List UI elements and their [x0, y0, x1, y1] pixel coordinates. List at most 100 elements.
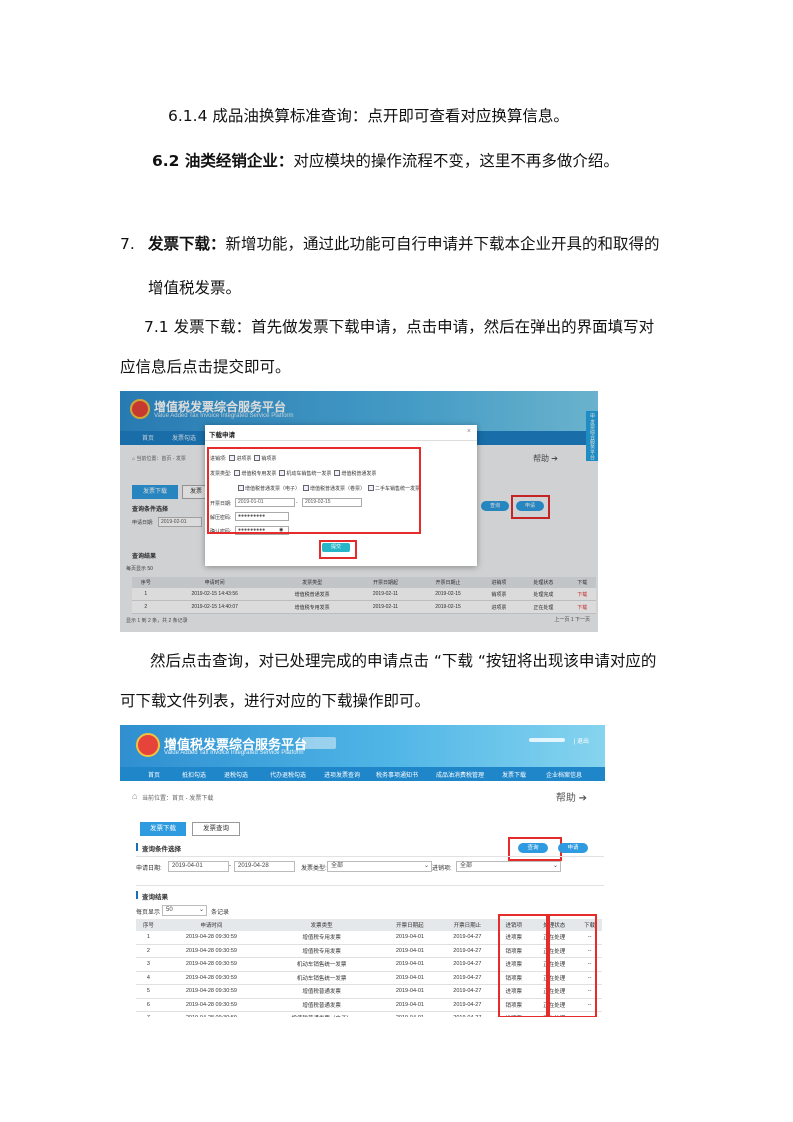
platform-header: 增值税发票综合服务平台 Value Added Tax Invoice Inte…: [120, 725, 605, 767]
para-6-1-4: 6.1.4 成品油换算标准查询：点开即可查看对应换算信息。: [168, 107, 569, 125]
invoice-type-label: 发票类型:: [301, 866, 327, 872]
divider: [136, 856, 604, 857]
table-cell: 2019-04-01: [381, 971, 439, 985]
table-header-cell: 开票日期止: [438, 919, 497, 931]
table-cell: 增值税专用发票: [262, 944, 382, 958]
nav-item[interactable]: 发票下载: [502, 770, 526, 779]
invoice-type-select[interactable]: 全部 ⌄: [327, 861, 432, 872]
table-cell: 6: [136, 998, 161, 1012]
table-cell: 2019-04-01: [381, 957, 439, 972]
para-7-text: 新增功能，通过此功能可自行申请并下载本企业开具的和取得的: [225, 235, 660, 253]
jinxiao-label: 进销项:: [432, 866, 452, 872]
chevron-down-icon: ⌄: [552, 863, 558, 869]
para-7-1-line1: 7.1 发票下载：首先做发票下载申请，点击申请，然后在弹出的界面填写对: [144, 318, 655, 336]
nav-item[interactable]: 抵扣勾选: [182, 770, 206, 779]
table-header-cell: 开票日期起: [381, 919, 439, 931]
para-6-2-text: 对应模块的操作流程不变，这里不再多做介绍。: [293, 152, 619, 170]
location-icon: ⌂: [132, 791, 138, 801]
nav-item[interactable]: 首页: [148, 770, 160, 779]
table-cell: 2019-04-28 09:30:59: [160, 944, 262, 958]
dialog-divider: [205, 440, 477, 441]
nav-item[interactable]: 企业档案信息: [546, 770, 582, 779]
table-cell: 2019-04-27: [438, 984, 497, 999]
apply-button[interactable]: 申请: [558, 843, 588, 853]
chevron-down-icon: ⌄: [423, 863, 429, 869]
dialog-title: 下载申请: [209, 432, 235, 439]
nav-item[interactable]: 进项发票查询: [324, 770, 360, 779]
divider: [136, 885, 604, 886]
para-query-line2: 可下载文件列表，进行对应的下载操作即可。: [120, 692, 431, 710]
table-cell: 2019-04-01: [381, 931, 439, 945]
para-7-bold: 发票下载：: [148, 235, 226, 253]
section-marker: [136, 843, 138, 851]
table-cell: 2019-04-27: [438, 998, 497, 1012]
table-cell: 2019-04-28 09:30:59: [160, 1011, 262, 1017]
table-cell: 2019-04-27: [438, 971, 497, 985]
highlight-status-column: [498, 914, 548, 1017]
table-cell: 1: [136, 931, 161, 945]
help-link[interactable]: 帮助 ➔: [556, 789, 587, 804]
para-6-2: 6.2 油类经销企业：对应模块的操作流程不变，这里不再多做介绍。: [152, 150, 619, 172]
redacted-company: [302, 737, 336, 749]
download-apply-dialog: 下载申请 × 进销项: 进项票 销项票 发票类型: 增值税专用发票 机动车销售统一发票增…: [205, 425, 477, 566]
nav-item[interactable]: 税务事项通知书: [376, 770, 418, 779]
tab-invoice-query[interactable]: 发票查询: [192, 822, 240, 836]
table-cell: 2019-04-27: [438, 957, 497, 972]
breadcrumb: 当前位置：首页 - 发票下载: [142, 796, 214, 802]
apply-date-label: 申请日期:: [136, 866, 162, 872]
table-cell: 2019-04-01: [381, 998, 439, 1012]
per-page-label: 每页显示: [136, 910, 161, 916]
section-marker: [136, 891, 138, 899]
nav-item[interactable]: 代办退税勾选: [270, 770, 306, 779]
chevron-down-icon: ⌄: [198, 907, 204, 913]
table-cell: 4: [136, 971, 161, 985]
nav-item[interactable]: 退税勾选: [224, 770, 248, 779]
per-page-select[interactable]: 50 ⌄: [162, 905, 207, 916]
table-cell: 2019-04-28 09:30:59: [160, 931, 262, 945]
table-cell: 7: [136, 1011, 161, 1017]
date-to-input[interactable]: 2019-04-28: [234, 861, 295, 872]
close-icon[interactable]: ×: [467, 428, 471, 435]
table-cell: 3: [136, 957, 161, 972]
table-cell: 2019-04-01: [381, 944, 439, 958]
table-header-cell: 申请时间: [160, 919, 262, 931]
main-nav: 首页 抵扣勾选 退税勾选 代办退税勾选 进项发票查询 税务事项通知书 成品油消费税管理 发票下…: [120, 767, 605, 781]
para-7: 7. 发票下载：新增功能，通过此功能可自行申请并下载本企业开具的和取得的: [120, 233, 660, 255]
tax-emblem-icon: [136, 733, 160, 757]
table-cell: 机动车销售统一发票: [262, 971, 382, 985]
para-7-cont: 增值税发票。: [148, 279, 242, 297]
para-7-1-line2: 应信息后点击提交即可。: [120, 358, 291, 376]
nav-item[interactable]: 成品油消费税管理: [436, 770, 484, 779]
table-cell: 2019-04-28 09:30:59: [160, 998, 262, 1012]
arrow-right-circle-icon: ➔: [578, 793, 587, 804]
table-header-cell: 发票类型: [262, 919, 382, 931]
highlight-query: [508, 837, 562, 861]
logout-link[interactable]: | 退出: [574, 736, 589, 745]
section-result-title: 查询结果: [142, 894, 168, 901]
jinxiao-select[interactable]: 全部 ⌄: [456, 861, 561, 872]
redacted-user: [529, 738, 565, 742]
table-cell: 2019-04-27: [438, 931, 497, 945]
table-cell: 2019-04-28 09:30:59: [160, 984, 262, 999]
table-cell: 机动车销售统一发票: [262, 957, 382, 972]
table-cell: 增值税普通发票: [262, 998, 382, 1012]
para-7-num: 7.: [120, 235, 135, 253]
platform-subtitle: Value Added Tax Invoice Integrated Servi…: [164, 750, 304, 756]
section-query-title: 查询条件选择: [142, 846, 181, 853]
table-cell: 2019-04-27: [438, 1011, 497, 1017]
para-6-2-bold: 6.2 油类经销企业：: [152, 152, 294, 170]
table-cell: 2019-04-28 09:30:59: [160, 971, 262, 985]
highlight-form: [207, 447, 421, 534]
para-query-line1: 然后点击查询，对已处理完成的申请点击 “下载 “按钮将出现该申请对应的: [150, 652, 657, 670]
tab-invoice-download[interactable]: 发票下载: [140, 822, 186, 836]
highlight-download-column: [548, 914, 597, 1017]
highlight-submit: [319, 540, 357, 559]
screenshot-download-apply: 增值税发票综合服务平台 Value Added Tax Invoice Inte…: [120, 391, 598, 632]
table-cell: 2019-04-01: [381, 984, 439, 999]
table-cell: 2019-04-01: [381, 1011, 439, 1017]
screenshot-download-query: 增值税发票综合服务平台 Value Added Tax Invoice Inte…: [120, 725, 605, 1017]
table-cell: 2: [136, 944, 161, 958]
table-cell: 增值税专用发票: [262, 931, 382, 945]
per-page-suffix: 条记录: [211, 910, 230, 916]
date-from-input[interactable]: 2019-04-01: [168, 861, 229, 872]
